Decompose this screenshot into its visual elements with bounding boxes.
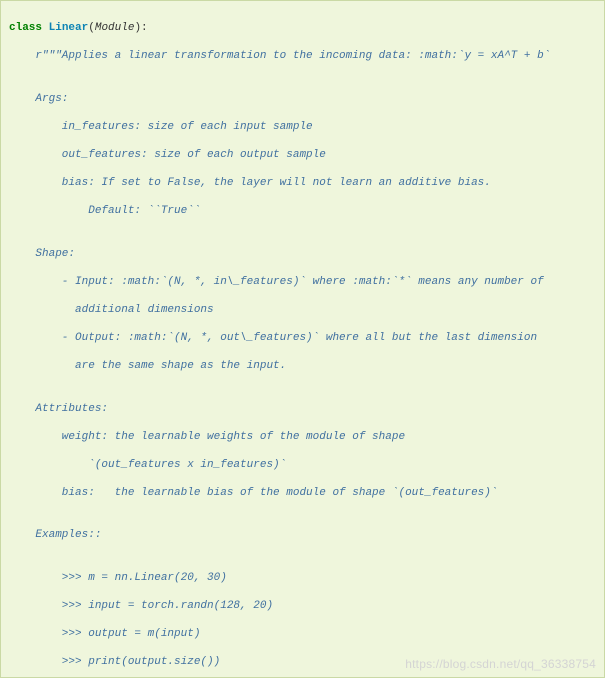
docstring-line: are the same shape as the input.	[9, 359, 596, 373]
docstring-line: - Output: :math:`(N, *, out\_features)` …	[9, 331, 596, 345]
docstring-line: weight: the learnable weights of the mod…	[9, 430, 596, 444]
keyword-class: class	[9, 22, 42, 34]
docstring-line: >>> input = torch.randn(128, 20)	[9, 599, 596, 613]
docstring-line: Args:	[9, 92, 596, 106]
docstring-line: r"""Applies a linear transformation to t…	[9, 49, 596, 63]
docstring-line: `(out_features x in_features)`	[9, 458, 596, 472]
docstring-line: in_features: size of each input sample	[9, 120, 596, 134]
docstring-line: out_features: size of each output sample	[9, 148, 596, 162]
code-block: class Linear(Module): r"""Applies a line…	[0, 0, 605, 678]
docstring-line: Default: ``True``	[9, 204, 596, 218]
docstring-line: >>> m = nn.Linear(20, 30)	[9, 571, 596, 585]
docstring-line: bias: If set to False, the layer will no…	[9, 176, 596, 190]
docstring-line: Examples::	[9, 528, 596, 542]
docstring-line: - Input: :math:`(N, *, in\_features)` wh…	[9, 275, 596, 289]
docstring-line: additional dimensions	[9, 303, 596, 317]
docstring-line: bias: the learnable bias of the module o…	[9, 486, 596, 500]
code-line: class Linear(Module):	[9, 21, 596, 35]
docstring-line: >>> print(output.size())	[9, 655, 596, 669]
docstring-line: Attributes:	[9, 402, 596, 416]
docstring-line: >>> output = m(input)	[9, 627, 596, 641]
docstring-line: Shape:	[9, 247, 596, 261]
class-name: Linear	[49, 22, 89, 34]
base-class: Module	[95, 22, 135, 34]
